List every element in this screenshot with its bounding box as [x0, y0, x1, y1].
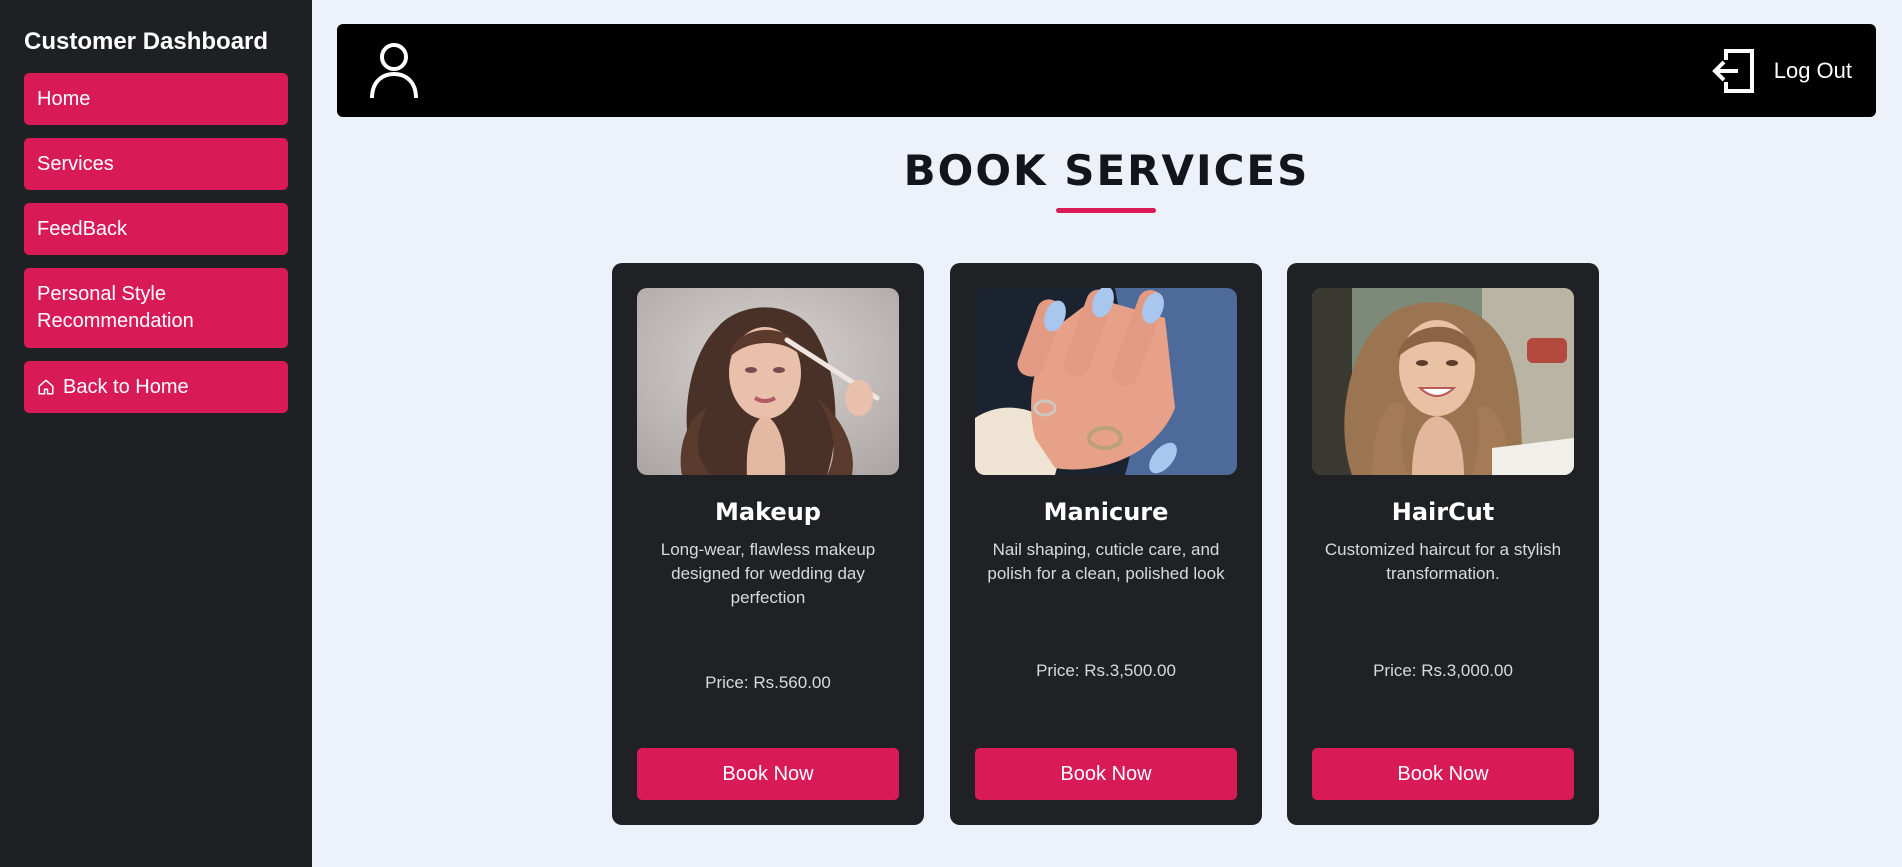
sidebar-item-label: FeedBack: [37, 217, 128, 240]
service-image-haircut: [1312, 288, 1574, 475]
book-now-button-manicure[interactable]: Book Now: [975, 748, 1237, 800]
title-underline: [1056, 208, 1156, 213]
sidebar-title: Customer Dashboard: [24, 28, 269, 55]
sidebar-nav: Home Services FeedBack Personal Style Re…: [24, 73, 288, 413]
service-card-manicure: Manicure Nail shaping, cuticle care, and…: [950, 263, 1262, 825]
top-bar: Log Out: [337, 24, 1876, 117]
service-card-makeup: Makeup Long-wear, flawless makeup design…: [612, 263, 924, 825]
logout-icon: [1711, 49, 1754, 93]
sidebar-item-label: Personal Style Recommendation: [37, 283, 194, 332]
service-name: Manicure: [1043, 498, 1169, 526]
service-card-haircut: HairCut Customized haircut for a stylish…: [1287, 263, 1599, 825]
logout-button[interactable]: Log Out: [1711, 48, 1852, 94]
sidebar-item-personal-style-recommendation[interactable]: Personal Style Recommendation: [24, 268, 288, 348]
back-to-home-button[interactable]: Back to Home: [24, 361, 288, 413]
home-icon: [38, 379, 54, 395]
sidebar-item-feedback[interactable]: FeedBack: [24, 203, 288, 255]
service-image-makeup: [637, 288, 899, 475]
book-now-button-haircut[interactable]: Book Now: [1312, 748, 1574, 800]
sidebar-item-home[interactable]: Home: [24, 73, 288, 125]
user-icon[interactable]: [369, 42, 419, 100]
sidebar: Customer Dashboard Home Services FeedBac…: [0, 0, 312, 867]
service-price: Price: Rs.3,500.00: [1036, 661, 1176, 680]
service-description: Nail shaping, cuticle care, and polish f…: [987, 540, 1225, 583]
service-name: Makeup: [715, 498, 821, 526]
page-title: BOOK SERVICES: [903, 146, 1310, 195]
service-name: HairCut: [1391, 498, 1495, 526]
logout-label: Log Out: [1773, 58, 1852, 83]
service-price: Price: Rs.3,000.00: [1373, 661, 1513, 680]
sidebar-item-label: Services: [37, 152, 114, 175]
service-description: Customized haircut for a stylish transfo…: [1324, 540, 1562, 583]
sidebar-item-services[interactable]: Services: [24, 138, 288, 190]
service-description: Long-wear, flawless makeup designed for …: [660, 540, 876, 607]
sidebar-item-label: Back to Home: [63, 375, 189, 398]
book-now-button-makeup[interactable]: Book Now: [637, 748, 899, 800]
service-image-manicure: [975, 288, 1237, 475]
service-price: Price: Rs.560.00: [705, 673, 831, 692]
sidebar-item-label: Home: [37, 87, 91, 110]
